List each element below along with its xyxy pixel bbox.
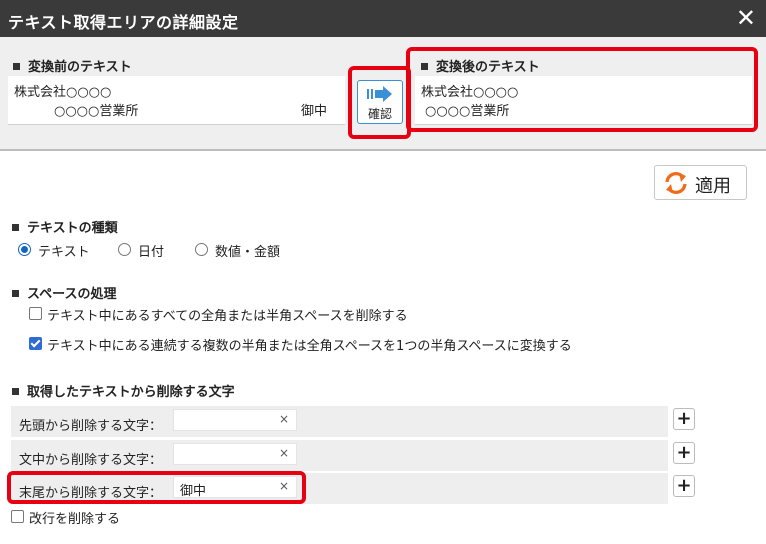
radio-indicator xyxy=(18,243,31,256)
arrow-right-icon xyxy=(367,86,393,106)
text-type-heading: テキストの種類 xyxy=(12,217,118,236)
checkbox-box xyxy=(29,307,42,320)
remove-leading-input[interactable]: × xyxy=(173,409,297,431)
clear-icon[interactable]: × xyxy=(279,412,289,426)
refresh-icon xyxy=(664,172,688,198)
radio-label: 数値・金額 xyxy=(215,245,281,260)
window-title: テキスト取得エリアの詳細設定 xyxy=(8,13,239,32)
clear-icon[interactable]: × xyxy=(279,446,289,460)
after-heading: 変換後のテキスト xyxy=(421,56,540,75)
title-bar: テキスト取得エリアの詳細設定 ✕ xyxy=(0,0,766,37)
before-heading: 変換前のテキスト xyxy=(13,56,132,75)
input-value: 御中 xyxy=(180,484,207,499)
checkbox-label: テキスト中にある連続する複数の半角または全角スペースを1つの半角スペースに変換す… xyxy=(47,339,572,354)
confirm-label: 確認 xyxy=(367,107,392,121)
add-leading-button[interactable]: + xyxy=(673,408,695,430)
remove-leading-label: 先頭から削除する文字： xyxy=(19,419,163,434)
remove-middle-label: 文中から削除する文字： xyxy=(19,453,163,468)
clear-icon[interactable]: × xyxy=(279,479,289,493)
radio-label: 日付 xyxy=(138,245,165,260)
apply-button[interactable]: 適用 xyxy=(654,165,747,200)
before-line1: 株式会社○○○○ xyxy=(14,85,112,100)
before-line2-suffix: 御中 xyxy=(301,104,328,119)
remove-middle-row: 文中から削除する文字： × xyxy=(11,440,668,471)
remove-leading-row: 先頭から削除する文字： × xyxy=(11,406,668,437)
add-trailing-button[interactable]: + xyxy=(673,475,695,497)
remove-trailing-input[interactable]: 御中 × xyxy=(173,476,297,499)
confirm-button[interactable]: 確認 xyxy=(357,80,403,124)
add-middle-button[interactable]: + xyxy=(673,442,695,464)
apply-label: 適用 xyxy=(695,176,731,197)
after-text-box: 株式会社○○○○ ○○○○営業所 xyxy=(415,76,752,125)
radio-indicator xyxy=(195,243,208,256)
after-line2: ○○○○営業所 xyxy=(425,104,510,119)
close-icon[interactable]: ✕ xyxy=(736,5,756,31)
after-line1: 株式会社○○○○ xyxy=(421,85,519,100)
radio-label: テキスト xyxy=(38,245,90,260)
radio-indicator xyxy=(118,243,131,256)
before-line2: ○○○○営業所 xyxy=(54,104,139,119)
before-text-box: 株式会社○○○○ ○○○○営業所 御中 xyxy=(8,76,345,125)
checkbox-box xyxy=(29,337,42,350)
checkbox-box xyxy=(11,510,24,523)
checkbox-label: 改行を削除する xyxy=(29,512,121,527)
remove-trailing-label: 末尾から削除する文字： xyxy=(19,486,163,501)
remove-trailing-row: 末尾から削除する文字： 御中 × xyxy=(11,473,668,504)
remove-chars-heading: 取得したテキストから削除する文字 xyxy=(12,381,235,400)
checkbox-label: テキスト中にあるすべての全角または半角スペースを削除する xyxy=(47,309,408,324)
remove-middle-input[interactable]: × xyxy=(173,443,297,465)
space-heading: スペースの処理 xyxy=(12,283,116,302)
